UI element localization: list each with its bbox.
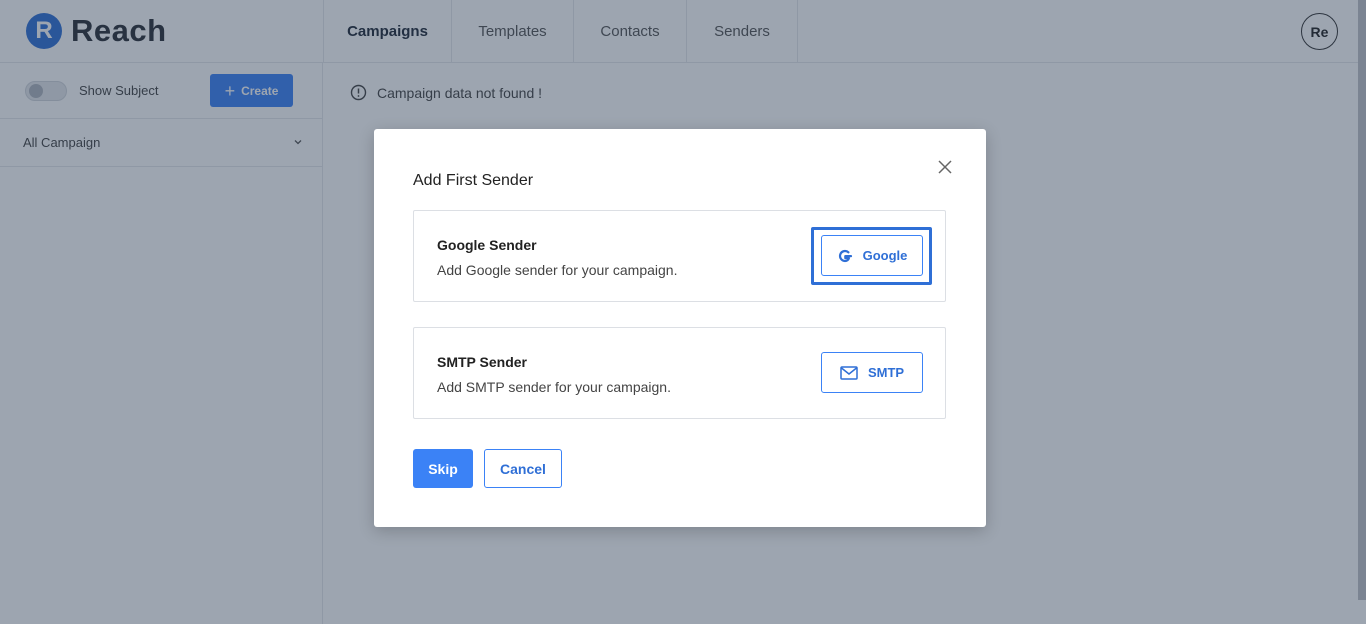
cancel-button[interactable]: Cancel bbox=[484, 449, 562, 488]
google-button-label: Google bbox=[862, 248, 908, 263]
smtp-sender-card: SMTP Sender Add SMTP sender for your cam… bbox=[413, 327, 946, 419]
google-icon bbox=[838, 249, 852, 262]
smtp-sender-description: Add SMTP sender for your campaign. bbox=[437, 379, 671, 395]
skip-button[interactable]: Skip bbox=[413, 449, 473, 488]
smtp-sender-title: SMTP Sender bbox=[437, 354, 527, 370]
modal-title: Add First Sender bbox=[413, 172, 534, 189]
google-sender-title: Google Sender bbox=[437, 237, 537, 253]
google-sender-description: Add Google sender for your campaign. bbox=[437, 262, 678, 278]
mail-icon bbox=[840, 365, 858, 380]
google-sender-button[interactable]: Google bbox=[821, 235, 923, 276]
add-sender-modal: Add First Sender Google Sender Add Googl… bbox=[374, 129, 986, 527]
google-sender-card: Google Sender Add Google sender for your… bbox=[413, 210, 946, 302]
smtp-sender-button[interactable]: SMTP bbox=[821, 352, 923, 393]
close-icon[interactable] bbox=[937, 159, 953, 175]
smtp-button-label: SMTP bbox=[867, 365, 905, 380]
